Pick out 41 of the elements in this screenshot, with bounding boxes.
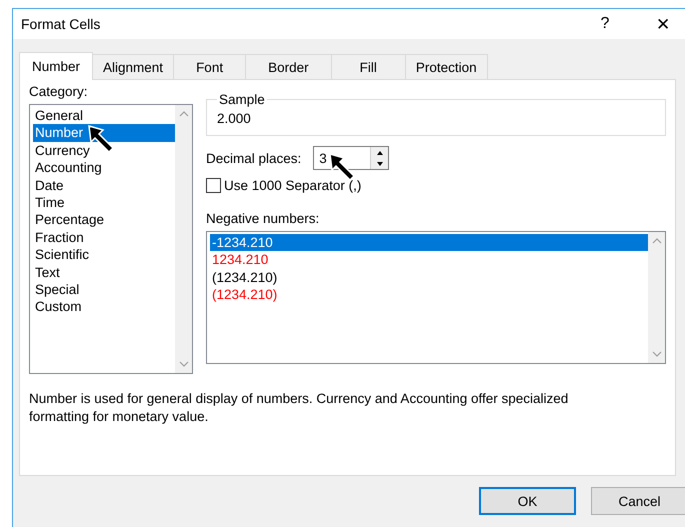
list-item[interactable]: Fraction	[33, 228, 175, 246]
scroll-up-icon[interactable]	[178, 111, 188, 117]
list-item[interactable]: Number	[33, 124, 175, 142]
list-item[interactable]: Currency	[33, 142, 175, 160]
tab[interactable]: Number	[19, 52, 94, 80]
sample-label: Sample	[218, 92, 266, 107]
list-item[interactable]: Percentage	[33, 211, 175, 229]
list-item[interactable]: Custom	[33, 298, 175, 316]
scrollbar[interactable]	[175, 105, 192, 373]
negative-numbers-label: Negative numbers:	[206, 211, 320, 226]
list-item[interactable]: (1234.210)	[210, 286, 648, 304]
list-item[interactable]: 1234.210	[210, 251, 648, 269]
ok-button[interactable]: OK	[479, 487, 576, 515]
category-list[interactable]: General Number Currency Accounting Date Time Percentage Fraction Scientific Text Special Custom	[29, 104, 193, 374]
tab[interactable]: Protection	[404, 54, 488, 79]
list-item[interactable]: Accounting	[33, 159, 175, 177]
separator-label: Use 1000 Separator (,)	[224, 178, 362, 193]
scrollbar[interactable]	[648, 232, 665, 363]
scroll-up-icon[interactable]	[652, 238, 662, 244]
window-title: Format Cells	[21, 16, 100, 32]
sample-value: 2.000	[217, 111, 251, 126]
category-label: Category:	[29, 84, 89, 99]
checkbox[interactable]	[206, 178, 221, 193]
negative-numbers-list[interactable]: -1234.210 1234.210 (1234.210) (1234.210)	[206, 231, 666, 364]
spin-down-icon[interactable]	[374, 160, 385, 166]
list-item[interactable]: -1234.210	[210, 234, 648, 252]
list-item[interactable]: Time	[33, 194, 175, 212]
list-item[interactable]: Special	[33, 281, 175, 298]
list-item[interactable]: Scientific	[33, 246, 175, 264]
spin-up-icon[interactable]	[374, 150, 385, 156]
scroll-down-icon[interactable]	[178, 361, 188, 367]
cancel-button[interactable]: Cancel	[591, 487, 685, 515]
list-item[interactable]: Date	[33, 176, 175, 194]
close-button[interactable]: ✕	[634, 9, 685, 39]
scroll-down-icon[interactable]	[652, 351, 662, 357]
list-item[interactable]: (1234.210)	[210, 268, 648, 286]
help-button[interactable]: ?	[576, 9, 634, 39]
list-item[interactable]: Text	[33, 264, 175, 282]
decimal-places-label: Decimal places:	[206, 150, 302, 166]
description-text: Number is used for general display of numbers. Currency and Accounting offer specialized formatting for monetary value.	[29, 390, 570, 426]
list-item[interactable]: General	[33, 107, 175, 124]
